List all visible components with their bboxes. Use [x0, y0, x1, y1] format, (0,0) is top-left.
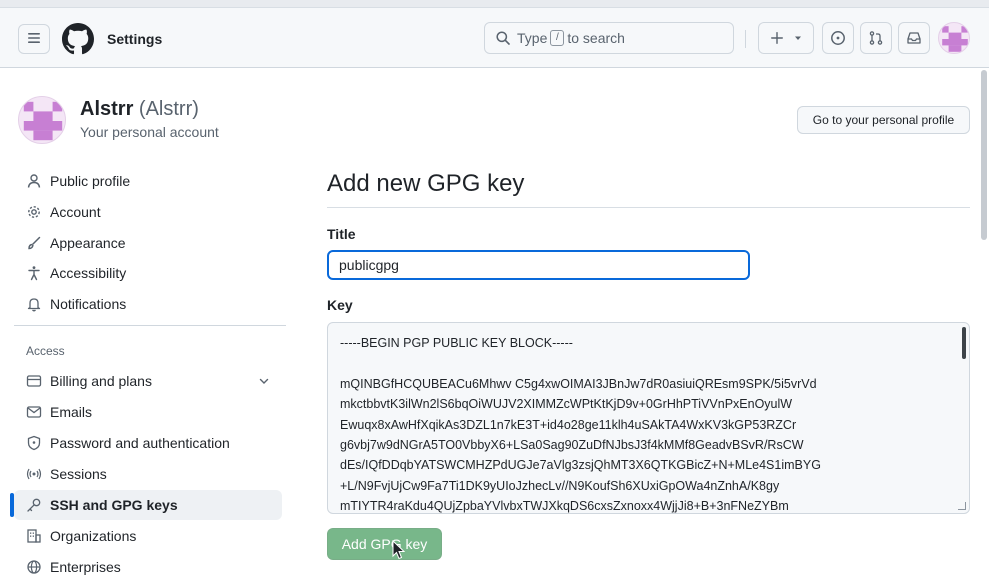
- sidebar-item-sessions[interactable]: Sessions: [14, 459, 282, 489]
- identicon-icon: [23, 101, 63, 141]
- sidebar-item-label: Password and authentication: [50, 435, 230, 451]
- sidebar-item-account[interactable]: Account: [14, 197, 282, 227]
- key-line: g6vbj7w9dNGrA5TO0VbbyX6+LSa0Sag90ZuDfNJb…: [340, 438, 804, 453]
- key-label: Key: [327, 297, 353, 313]
- user-avatar-menu[interactable]: [938, 22, 970, 54]
- accessibility-icon: [26, 265, 42, 281]
- title-input[interactable]: [327, 250, 750, 280]
- profile-display-name: Alstrr: [80, 98, 134, 120]
- sidebar-item-label: Account: [50, 204, 101, 220]
- sidebar-divider: [14, 325, 286, 326]
- credit-card-icon: [26, 373, 42, 389]
- sidebar-item-label: Enterprises: [50, 559, 121, 575]
- sidebar-item-label: Billing and plans: [50, 373, 152, 389]
- triangle-down-icon: [794, 34, 802, 42]
- broadcast-icon: [26, 466, 42, 482]
- title-divider: [327, 207, 970, 208]
- key-line: mTIYTR4raKdu4QUjZpbaYVlvbxTWJXkqDS6cxsZx…: [340, 499, 789, 514]
- sidebar-item-accessibility[interactable]: Accessibility: [14, 258, 282, 288]
- inbox-icon: [906, 30, 922, 46]
- chevron-down-icon: [258, 374, 270, 390]
- plus-icon: [770, 31, 784, 45]
- sidebar-item-label: Sessions: [50, 466, 107, 482]
- global-header: Settings Type / to search: [0, 8, 989, 68]
- page-title: Add new GPG key: [327, 170, 525, 197]
- sidebar-item-password-auth[interactable]: Password and authentication: [14, 428, 282, 458]
- mouse-cursor-icon: [392, 539, 406, 560]
- page-scrollbar[interactable]: [981, 70, 987, 240]
- key-icon: [26, 497, 42, 513]
- git-pull-request-icon: [868, 30, 884, 46]
- organization-icon: [26, 528, 42, 544]
- search-prefix: Type: [517, 30, 548, 46]
- key-line: dEs/IQfDDqbYATSWCMHZPdUGJe7aVlg3zsjQhMT3…: [340, 458, 821, 473]
- identicon-icon: [942, 26, 968, 52]
- profile-login: (Alstrr): [138, 98, 199, 120]
- sidebar-item-label: Notifications: [50, 296, 127, 312]
- header-context-title[interactable]: Settings: [107, 31, 162, 47]
- title-label: Title: [327, 226, 356, 242]
- search-input[interactable]: Type / to search: [484, 22, 734, 54]
- mail-icon: [26, 404, 42, 420]
- sidebar-item-label: Appearance: [50, 235, 126, 251]
- header-divider: [745, 30, 746, 48]
- key-line: Ewuqx8xAwHfXqikAs3DZL1n7kE3T+id4o28ge11k…: [340, 417, 797, 432]
- sidebar-item-billing[interactable]: Billing and plans: [14, 366, 282, 396]
- hamburger-icon: [26, 30, 42, 49]
- sidebar-item-label: Public profile: [50, 173, 131, 189]
- sidebar-item-label: SSH and GPG keys: [50, 497, 178, 513]
- shield-lock-icon: [26, 435, 42, 451]
- sidebar-item-ssh-gpg-keys[interactable]: SSH and GPG keys: [14, 490, 282, 520]
- issue-opened-icon: [830, 30, 846, 46]
- github-logo-icon[interactable]: [62, 23, 94, 55]
- sidebar-item-enterprises[interactable]: Enterprises: [14, 552, 282, 580]
- globe-icon: [26, 559, 42, 575]
- sidebar-item-label: Emails: [50, 404, 93, 420]
- paintbrush-icon: [26, 235, 42, 251]
- add-gpg-key-button[interactable]: Add GPG key: [327, 528, 442, 560]
- sidebar-item-organizations[interactable]: Organizations: [14, 521, 282, 551]
- sidebar-item-label: Organizations: [50, 528, 137, 544]
- search-icon: [495, 30, 511, 46]
- sidebar-heading-access: Access: [26, 344, 65, 358]
- profile-avatar: [18, 96, 66, 144]
- key-line: mkctbbvtK3ilWn2lS6bqOiWUJV2XIMMZcWPtKtKj…: [340, 397, 793, 412]
- sidebar-item-public-profile[interactable]: Public profile: [14, 166, 282, 196]
- key-line: [340, 353, 957, 373]
- profile-subtitle: Your personal account: [80, 124, 219, 140]
- key-line: mQINBGfHCQUBEACu6Mhwv C5g4xwOIMAI3JBnJw7…: [340, 376, 817, 391]
- pull-requests-button[interactable]: [860, 22, 892, 54]
- sidebar-item-notifications[interactable]: Notifications: [14, 289, 282, 319]
- search-shortcut-key: /: [550, 30, 565, 46]
- issues-button[interactable]: [822, 22, 854, 54]
- browser-top-strip: [0, 0, 989, 8]
- resize-handle-icon[interactable]: [958, 502, 966, 510]
- sidebar-item-label: Accessibility: [50, 265, 127, 281]
- sidebar-item-appearance[interactable]: Appearance: [14, 228, 282, 258]
- bell-icon: [26, 296, 42, 312]
- search-suffix: to search: [567, 30, 625, 46]
- key-line: +L/N9FvjUjCw9Fa7Ti1DK9yUIoJzhecLv//N9Kou…: [340, 478, 780, 493]
- key-scrollbar[interactable]: [962, 327, 966, 359]
- gear-icon: [26, 204, 42, 220]
- inbox-button[interactable]: [898, 22, 930, 54]
- key-textarea[interactable]: -----BEGIN PGP PUBLIC KEY BLOCK----- mQI…: [327, 322, 970, 514]
- go-to-profile-button[interactable]: Go to your personal profile: [797, 106, 970, 134]
- profile-name: Alstrr (Alstrr): [80, 98, 199, 121]
- create-new-button[interactable]: [758, 22, 814, 54]
- person-icon: [26, 173, 42, 189]
- key-line: -----BEGIN PGP PUBLIC KEY BLOCK-----: [340, 336, 573, 350]
- sidebar-item-emails[interactable]: Emails: [14, 397, 282, 427]
- menu-button[interactable]: [18, 24, 50, 54]
